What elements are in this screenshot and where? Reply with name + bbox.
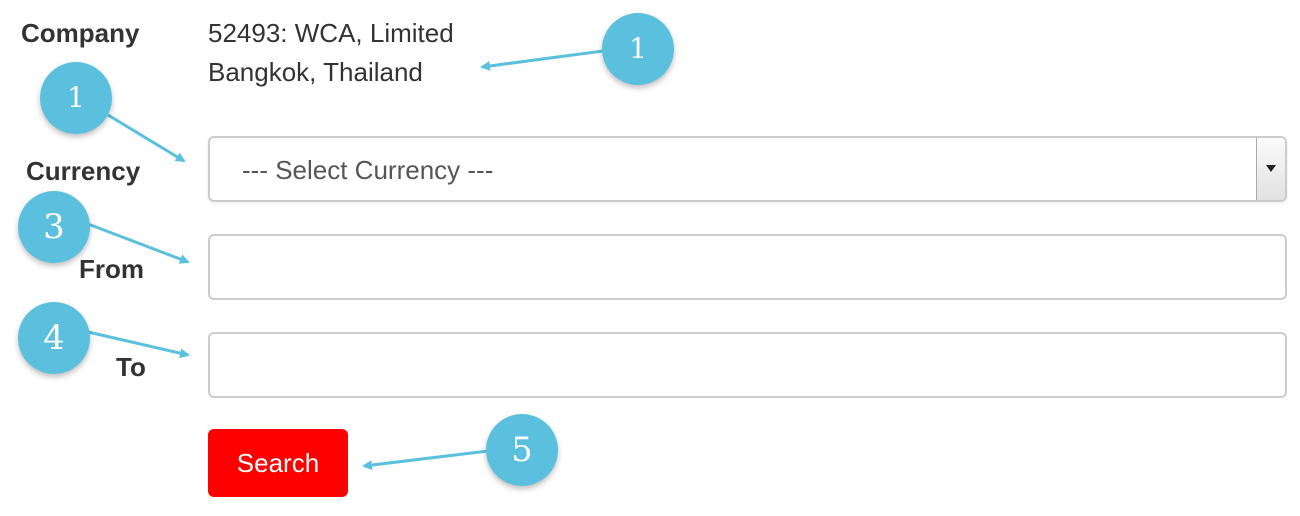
annotation-arrow-currency [107, 113, 186, 163]
annotation-badge-1-company: 1 [602, 13, 674, 85]
annotation-badge-3-from: 3 [18, 191, 90, 263]
annotation-arrow-company [480, 49, 604, 71]
annotation-badge-4-to: 4 [18, 302, 90, 374]
annotation-arrow-from [87, 222, 190, 264]
annotation-arrow-to [87, 330, 190, 359]
annotation-badge-1-currency: 1 [40, 62, 112, 134]
annotation-badge-5-search: 5 [486, 414, 558, 486]
annotation-arrow-search [362, 449, 489, 471]
